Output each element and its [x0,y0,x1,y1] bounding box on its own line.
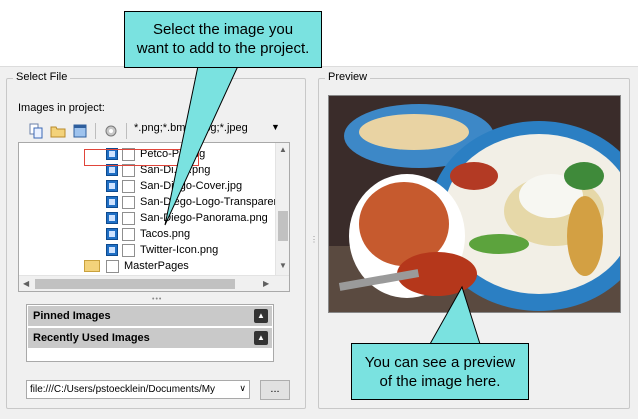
callout-preview: You can see a preview of the image here. [351,343,529,400]
file-path-text: file:///C:/Users/pstoecklein/Documents/M… [30,384,216,395]
callout-bottom-line1: You can see a preview [364,354,516,371]
toolbar-separator [95,123,96,139]
item-checkbox[interactable] [122,227,135,241]
item-checkbox[interactable] [122,195,135,209]
callout-bottom-line2: of the image here. [379,373,501,390]
pinned-images-label: Pinned Images [33,310,111,322]
scroll-up-icon[interactable]: ▲ [279,145,287,154]
image-file-icon [106,228,118,240]
preview-image [328,95,621,313]
recent-images-label: Recently Used Images [33,332,150,344]
tree-item-label: Twitter-Icon.png [140,244,219,256]
filter-dropdown-icon[interactable]: ▼ [271,122,280,132]
horizontal-splitter[interactable]: ••• [152,296,162,303]
pinned-recent-panel: Pinned Images ▲ Recently Used Images ▲ [26,304,274,362]
tree-horizontal-scrollbar[interactable]: ◀ ▶ [19,275,289,291]
collapse-icon[interactable]: ▲ [254,309,268,323]
tree-item-label: San-Diego-Panorama.png [140,212,268,224]
preview-title: Preview [325,71,371,83]
tacos-photo-icon [329,96,620,312]
tree-item-folder[interactable]: MasterPages [84,258,189,274]
scroll-left-icon[interactable]: ◀ [23,279,29,288]
toolbar-separator [126,123,127,139]
file-path-field[interactable]: file:///C:/Users/pstoecklein/Documents/M… [26,380,250,399]
folder-icon [84,260,100,272]
callout-top-line2: want to add to the project. [136,40,310,57]
item-checkbox[interactable] [122,243,135,257]
toolbar [26,121,130,141]
tree-item-label: MasterPages [124,260,189,272]
pinned-images-header[interactable]: Pinned Images ▲ [28,306,272,326]
item-checkbox[interactable] [122,211,135,225]
tree-item[interactable]: Twitter-Icon.png [106,242,218,258]
settings-icon[interactable] [101,122,121,140]
vertical-splitter[interactable]: ⋮ [310,235,318,244]
callout-top-line1: Select the image you [152,21,294,38]
tree-item[interactable]: San-Diego-Cover.jpg [106,178,242,194]
tree-item-label: San-Diego-Logo-Transparent [140,196,283,208]
tree-item-label: San-Diego-Cover.jpg [140,180,243,192]
horizontal-scroll-thumb[interactable] [35,279,235,289]
selection-highlight [84,149,199,166]
item-checkbox[interactable] [122,179,135,193]
scroll-right-icon[interactable]: ▶ [263,279,269,288]
window-icon[interactable] [70,122,90,140]
tree-item-selected[interactable]: Tacos.png [106,226,190,242]
path-dropdown-icon[interactable]: ∨ [239,383,246,394]
recent-images-header[interactable]: Recently Used Images ▲ [28,328,272,348]
file-filter[interactable]: *.png;*.bmp;*.jpg;*.jpeg [134,122,248,134]
vertical-scroll-thumb[interactable] [278,211,288,241]
image-file-icon [106,196,118,208]
image-file-icon [106,180,118,192]
browse-button[interactable]: ... [260,380,290,400]
folder-open-icon[interactable] [48,122,68,140]
image-file-icon [106,212,118,224]
scroll-down-icon[interactable]: ▼ [279,261,287,270]
callout-select-image: Select the image you want to add to the … [124,11,322,68]
copy-icon[interactable] [26,122,46,140]
item-checkbox[interactable] [106,259,119,273]
collapse-icon[interactable]: ▲ [254,331,268,345]
tree-item[interactable]: San-Diego-Logo-Transparent [106,194,283,210]
select-file-title: Select File [13,71,71,83]
images-in-project-label: Images in project: [18,102,105,114]
image-file-icon [106,244,118,256]
tree-item-label: Tacos.png [140,228,191,240]
tree-vertical-scrollbar[interactable]: ▲ ▼ [275,143,289,275]
tree-item[interactable]: San-Diego-Panorama.png [106,210,268,226]
